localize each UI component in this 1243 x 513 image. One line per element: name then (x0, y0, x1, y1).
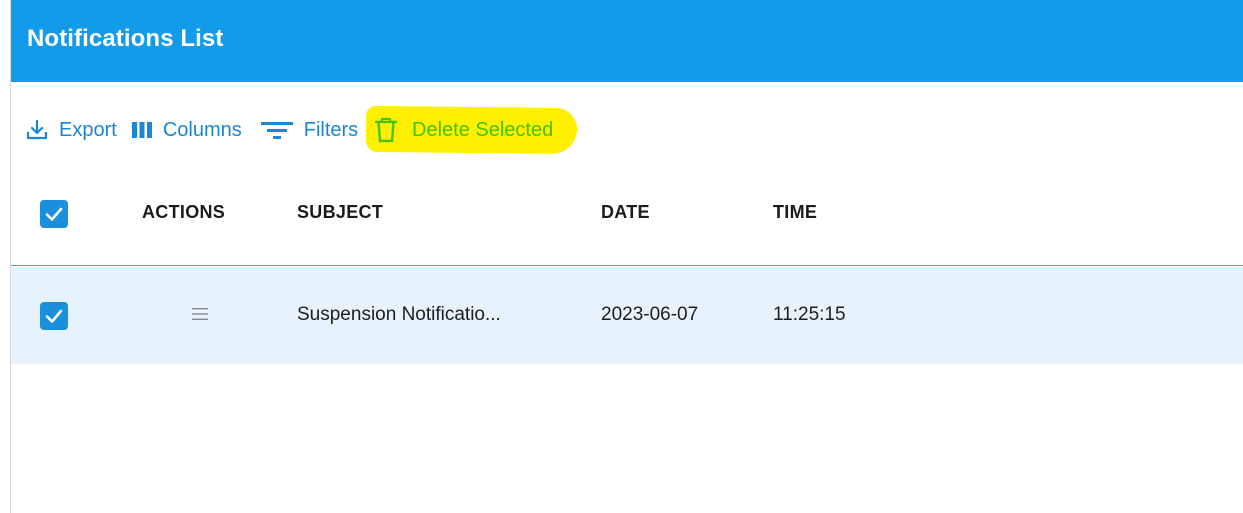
delete-selected-button[interactable]: Delete Selected (374, 112, 553, 148)
delete-selected-label: Delete Selected (412, 118, 554, 141)
filter-icon (260, 118, 294, 142)
column-header-date[interactable]: DATE (601, 202, 650, 223)
table-row[interactable]: Suspension Notificatio... 2023-06-07 11:… (11, 267, 1243, 364)
filters-label: Filters (303, 118, 359, 141)
table-header: ACTIONS SUBJECT DATE TIME (11, 172, 1243, 266)
download-icon (25, 118, 49, 142)
grid-toolbar: Export Columns Filters Delete Selected (25, 105, 578, 155)
columns-icon (131, 120, 153, 140)
panel-header: Notifications List (11, 0, 1243, 82)
filters-button[interactable]: Filters (260, 112, 358, 148)
notifications-panel: Notifications List Export Columns Filter… (10, 0, 1243, 513)
cell-subject: Suspension Notificatio... (297, 304, 501, 325)
cell-date: 2023-06-07 (601, 304, 699, 325)
export-label: Export (59, 118, 117, 141)
trash-icon (374, 116, 398, 144)
select-all-checkbox[interactable] (40, 200, 68, 228)
annotation-highlight: Delete Selected (365, 105, 578, 155)
page-title: Notifications List (27, 25, 224, 52)
check-icon (45, 309, 63, 323)
drag-handle-icon[interactable] (191, 305, 209, 323)
columns-button[interactable]: Columns (131, 112, 242, 148)
columns-label: Columns (162, 118, 242, 141)
cell-time: 11:25:15 (773, 304, 846, 325)
column-header-actions[interactable]: ACTIONS (142, 202, 225, 223)
export-button[interactable]: Export (25, 112, 117, 148)
column-header-time[interactable]: TIME (773, 202, 817, 223)
row-checkbox[interactable] (40, 302, 68, 330)
check-icon (45, 207, 63, 221)
column-header-subject[interactable]: SUBJECT (297, 202, 383, 223)
